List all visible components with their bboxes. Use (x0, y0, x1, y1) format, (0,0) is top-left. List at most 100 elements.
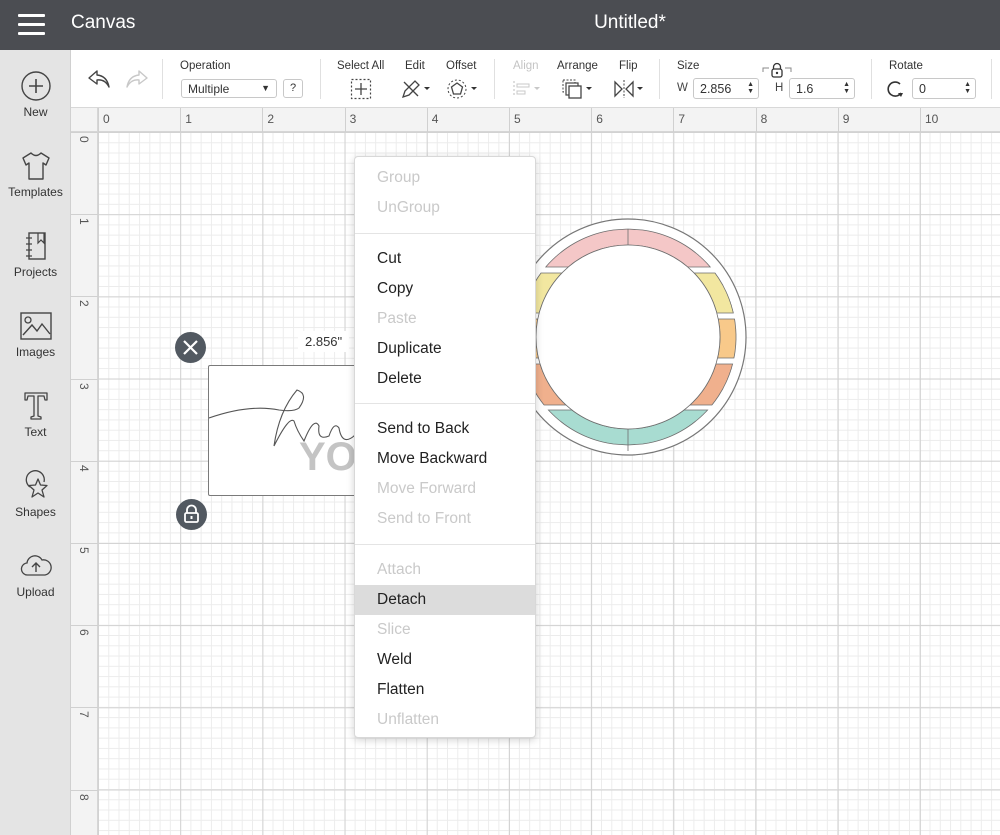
offset-icon[interactable] (447, 78, 479, 100)
width-stepper[interactable]: ▲ ▼ (747, 81, 754, 95)
ruler-tick-label: 7 (77, 711, 91, 719)
operation-help-button[interactable]: ? (283, 79, 303, 98)
ruler-major-tick (509, 108, 510, 132)
ruler-major-tick (837, 108, 839, 132)
top-bar: Canvas Untitled* (0, 0, 1000, 50)
rotate-value: 0 (919, 82, 926, 96)
horizontal-ruler: 0 1 2 3 4 5 6 7 8 9 10 (71, 108, 1000, 132)
height-input[interactable]: 1.6 ▲ ▼ (789, 78, 855, 99)
menu-item-ungroup: UnGroup (377, 199, 440, 216)
sidebar-item-new[interactable]: New (0, 70, 71, 150)
lock-handle[interactable] (176, 499, 207, 530)
menu-item-group: Group (377, 169, 421, 186)
sidebar-label: Projects (13, 265, 58, 279)
ruler-major-tick (591, 108, 593, 132)
height-value: 1.6 (796, 82, 814, 96)
menu-item-weld[interactable]: Weld (355, 645, 535, 675)
ruler-major-tick (180, 108, 182, 132)
ruler-major-tick (71, 543, 98, 544)
card-artwork: YOU thank (208, 389, 386, 479)
rotate-input[interactable]: 0 ▲ ▼ (912, 78, 976, 99)
rotate-icon[interactable] (886, 79, 906, 99)
image-icon (19, 312, 52, 340)
sidebar-item-shapes[interactable]: Shapes (0, 470, 71, 550)
ruler-major-tick (71, 378, 98, 380)
operation-value: Multiple (188, 82, 230, 96)
wreath-inner-circle (535, 244, 721, 430)
menu-item-send-to-front: Send to Front (377, 510, 471, 527)
thank-you-card[interactable]: YOU thank (208, 365, 386, 496)
flip-label: Flip (619, 60, 638, 72)
menu-item-delete[interactable]: Delete (355, 364, 535, 394)
edit-icon[interactable] (400, 78, 432, 100)
menu-item-copy[interactable]: Copy (355, 274, 535, 304)
rotate-stepper[interactable]: ▲ ▼ (964, 81, 971, 95)
height-stepper[interactable]: ▲ ▼ (843, 81, 850, 95)
arrange-icon[interactable] (561, 78, 595, 100)
sidebar-item-upload[interactable]: Upload (0, 550, 71, 630)
select-all-icon[interactable] (350, 78, 372, 100)
menu-item-detach[interactable]: Detach (355, 585, 535, 615)
menu-item-flatten[interactable]: Flatten (355, 675, 535, 705)
ruler-tick-label: 2 (77, 300, 91, 308)
notebook-icon (25, 232, 46, 260)
ruler-tick-label: 2 (267, 112, 275, 126)
align-icon (513, 81, 540, 97)
ruler-tick-label: 5 (77, 547, 91, 554)
sidebar-label: New (23, 105, 48, 119)
flip-icon[interactable] (612, 78, 646, 100)
arrange-label: Arrange (557, 60, 598, 72)
lock-icon (184, 504, 199, 523)
ruler-major-tick (262, 108, 264, 132)
ruler-major-tick (71, 707, 98, 709)
delete-handle[interactable] (175, 332, 206, 363)
chevron-down-icon: ▼ (261, 83, 270, 93)
document-title: Untitled* (594, 12, 666, 33)
wreath-shape[interactable] (500, 205, 760, 475)
undo-icon[interactable] (87, 68, 113, 90)
context-menu: Group UnGroup Cut Copy Paste Duplicate Delete S… (354, 156, 536, 738)
sidebar-item-projects[interactable]: Projects (0, 230, 71, 310)
menu-item-cut[interactable]: Cut (355, 244, 535, 274)
operation-select[interactable]: Multiple ▼ (181, 79, 277, 98)
menu-item-slice: Slice (377, 621, 411, 638)
text-icon (23, 392, 48, 420)
ruler-major-tick (673, 108, 675, 132)
ruler-tick-label: 6 (596, 112, 603, 126)
menu-item-move-backward[interactable]: Move Backward (355, 444, 535, 474)
ruler-tick-label: 7 (678, 112, 686, 126)
ruler-tick-label: 1 (77, 218, 91, 225)
ruler-tick-label: 8 (760, 112, 768, 126)
ruler-major-tick (755, 108, 757, 132)
ruler-major-tick (71, 132, 98, 133)
ruler-major-tick (71, 460, 98, 462)
width-input[interactable]: 2.856 ▲ ▼ (693, 78, 759, 99)
sidebar-label: Images (15, 345, 56, 359)
sidebar-item-templates[interactable]: Templates (0, 150, 71, 230)
ruler-major-tick (426, 108, 428, 132)
ruler-tick-label: 5 (514, 112, 521, 126)
operation-label: Operation (180, 60, 231, 72)
ruler-tick-label: 4 (431, 112, 439, 126)
sidebar-label: Templates (8, 185, 63, 199)
sidebar-item-images[interactable]: Images (0, 310, 71, 390)
width-prefix: W (677, 82, 688, 94)
size-label: Size (677, 60, 700, 72)
ruler-tick-label: 9 (842, 112, 850, 126)
sidebar-item-text[interactable]: Text (0, 390, 71, 470)
lock-ratio-icon[interactable] (761, 62, 793, 78)
menu-separator (355, 403, 535, 404)
ruler-tick-label: 6 (77, 629, 91, 636)
menu-item-duplicate[interactable]: Duplicate (355, 334, 535, 364)
ruler-corner (71, 108, 98, 132)
ruler-major-tick (71, 789, 98, 791)
close-icon (183, 340, 198, 355)
selection-width-label: 2.856" (298, 331, 350, 352)
ruler-tick-label: 8 (77, 793, 91, 801)
menu-separator (355, 233, 535, 234)
ruler-major-tick (71, 214, 98, 216)
ruler-tick-label: 10 (925, 112, 939, 126)
menu-item-send-to-back[interactable]: Send to Back (355, 414, 535, 444)
shapes-icon (25, 470, 48, 498)
redo-icon[interactable] (123, 68, 149, 90)
